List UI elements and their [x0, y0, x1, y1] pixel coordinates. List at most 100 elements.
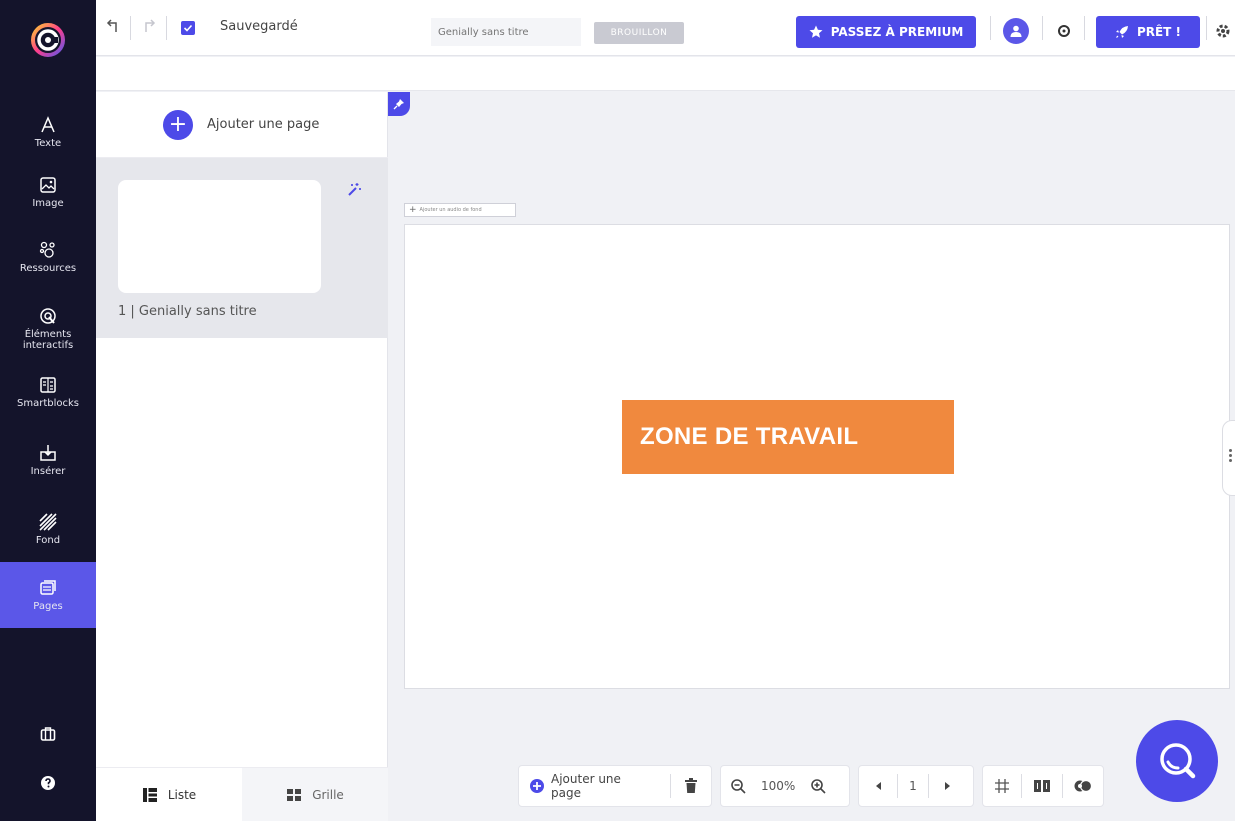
separator	[1042, 16, 1043, 40]
add-background-audio-button[interactable]: + Ajouter un audio de fond	[404, 203, 516, 217]
undo-icon	[106, 18, 122, 38]
top-bar: Sauvegardé BROUILLON PASSEZ À PREMIUM PR…	[96, 0, 1235, 56]
side-panel-handle[interactable]	[1222, 420, 1235, 496]
zoom-value: 100%	[761, 779, 796, 793]
left-rail: Texte Image Ressources Éléments interact…	[0, 0, 96, 821]
settings-gear-icon[interactable]	[1214, 22, 1232, 40]
search-icon	[1154, 738, 1200, 784]
work-zone-label: ZONE DE TRAVAIL	[622, 400, 954, 474]
view-tabs: Liste Grille	[96, 767, 388, 821]
pages-panel: + Ajouter une page 1 | Genially sans tit…	[96, 92, 388, 821]
saved-check-icon	[178, 18, 198, 38]
current-page-number[interactable]: 1	[898, 779, 928, 793]
trash-icon	[684, 778, 698, 794]
rail-item-interactive[interactable]: Éléments interactifs	[0, 296, 96, 360]
zoom-in-icon	[810, 778, 826, 794]
pin-button[interactable]	[388, 92, 410, 116]
zoom-out-icon	[730, 778, 746, 794]
next-page-button[interactable]	[929, 765, 967, 807]
bottom-add-page-button[interactable]: Ajouter une page	[519, 765, 670, 807]
rail-item-label: Smartblocks	[17, 398, 79, 409]
sub-toolbar-strip	[96, 57, 1235, 91]
grid-icon	[286, 787, 302, 803]
bottom-add-page-line1: Ajouter une	[551, 772, 621, 786]
tab-grid[interactable]: Grille	[242, 768, 388, 821]
image-icon	[38, 175, 58, 195]
separator	[1084, 16, 1085, 40]
pages-icon	[38, 578, 58, 598]
star-icon	[809, 25, 823, 39]
tab-list[interactable]: Liste	[96, 768, 242, 821]
rail-item-label: Fond	[35, 535, 61, 546]
briefcase-icon	[40, 726, 56, 746]
bottom-toolbar-nav-group: 1	[858, 765, 974, 807]
page-thumbnail[interactable]	[118, 180, 321, 293]
background-icon	[38, 512, 58, 532]
rail-item-insert[interactable]: Insérer	[0, 428, 96, 492]
more-dots-icon	[1229, 449, 1232, 462]
triangle-right-icon	[944, 781, 952, 791]
smartblocks-icon	[38, 375, 58, 395]
separator	[166, 16, 167, 40]
rail-item-resources[interactable]: Ressources	[0, 225, 96, 289]
resources-icon	[38, 240, 58, 260]
rail-item-background[interactable]: Fond	[0, 497, 96, 561]
rocket-icon	[1115, 25, 1129, 39]
title-input[interactable]	[431, 18, 581, 46]
list-icon	[142, 787, 158, 803]
text-icon	[38, 115, 58, 135]
help-button[interactable]	[0, 765, 96, 805]
premium-button[interactable]: PASSEZ À PREMIUM	[796, 16, 976, 48]
separator	[990, 16, 991, 40]
question-icon	[40, 775, 56, 795]
rail-item-label: Éléments interactifs	[22, 328, 74, 351]
triangle-left-icon	[874, 781, 882, 791]
rail-item-label: Insérer	[30, 466, 66, 477]
redo-button[interactable]	[138, 18, 158, 38]
previous-page-button[interactable]	[859, 765, 897, 807]
rail-item-image[interactable]: Image	[0, 160, 96, 224]
magic-wand-icon[interactable]	[346, 182, 362, 198]
pin-icon	[393, 98, 405, 110]
zoom-out-button[interactable]	[721, 765, 755, 807]
add-page-button[interactable]: + Ajouter une page	[96, 92, 388, 158]
insert-icon	[38, 443, 58, 463]
redo-icon	[140, 18, 156, 38]
undo-button[interactable]	[104, 18, 124, 38]
add-circle-icon	[529, 778, 545, 794]
rail-item-label: Image	[32, 198, 64, 209]
page-label: 1 | Genially sans titre	[118, 304, 257, 319]
ready-button[interactable]: PRÊT !	[1096, 16, 1200, 48]
add-page-label: Ajouter une page	[207, 117, 320, 132]
briefcase-button[interactable]	[0, 716, 96, 756]
delete-page-button[interactable]	[671, 765, 711, 807]
zoom-in-button[interactable]	[801, 765, 835, 807]
hashtag-grid-icon	[994, 778, 1010, 794]
rail-item-text[interactable]: Texte	[0, 100, 96, 164]
search-help-fab[interactable]	[1136, 720, 1218, 802]
plus-icon: +	[163, 109, 193, 140]
layout-columns-button[interactable]	[1022, 765, 1062, 807]
rail-item-label: Ressources	[19, 263, 77, 274]
rail-item-label: Pages	[33, 601, 63, 612]
separator	[1206, 16, 1207, 40]
audio-label: Ajouter un audio de fond	[419, 207, 482, 213]
draft-badge: BROUILLON	[594, 22, 684, 44]
premium-label: PASSEZ À PREMIUM	[830, 25, 964, 39]
list-label: Liste	[167, 788, 197, 802]
save-status: Sauvegardé	[220, 19, 298, 34]
grid-toggle-button[interactable]	[983, 765, 1021, 807]
plus-icon: +	[409, 205, 417, 215]
bottom-toolbar-zoom-group: 100%	[720, 765, 850, 807]
collaborators-avatar[interactable]	[1003, 18, 1029, 44]
separator	[130, 16, 131, 40]
user-icon	[1009, 24, 1023, 38]
preview-eye-icon[interactable]	[1056, 23, 1072, 39]
page-list-item[interactable]: 1 | Genially sans titre	[96, 158, 388, 338]
genially-logo-icon[interactable]	[24, 16, 72, 64]
palette-icon	[1074, 778, 1092, 794]
theme-palette-button[interactable]	[1063, 765, 1103, 807]
grid-label: Grille	[312, 788, 344, 802]
rail-item-smartblocks[interactable]: Smartblocks	[0, 360, 96, 424]
rail-item-pages[interactable]: Pages	[0, 562, 96, 628]
